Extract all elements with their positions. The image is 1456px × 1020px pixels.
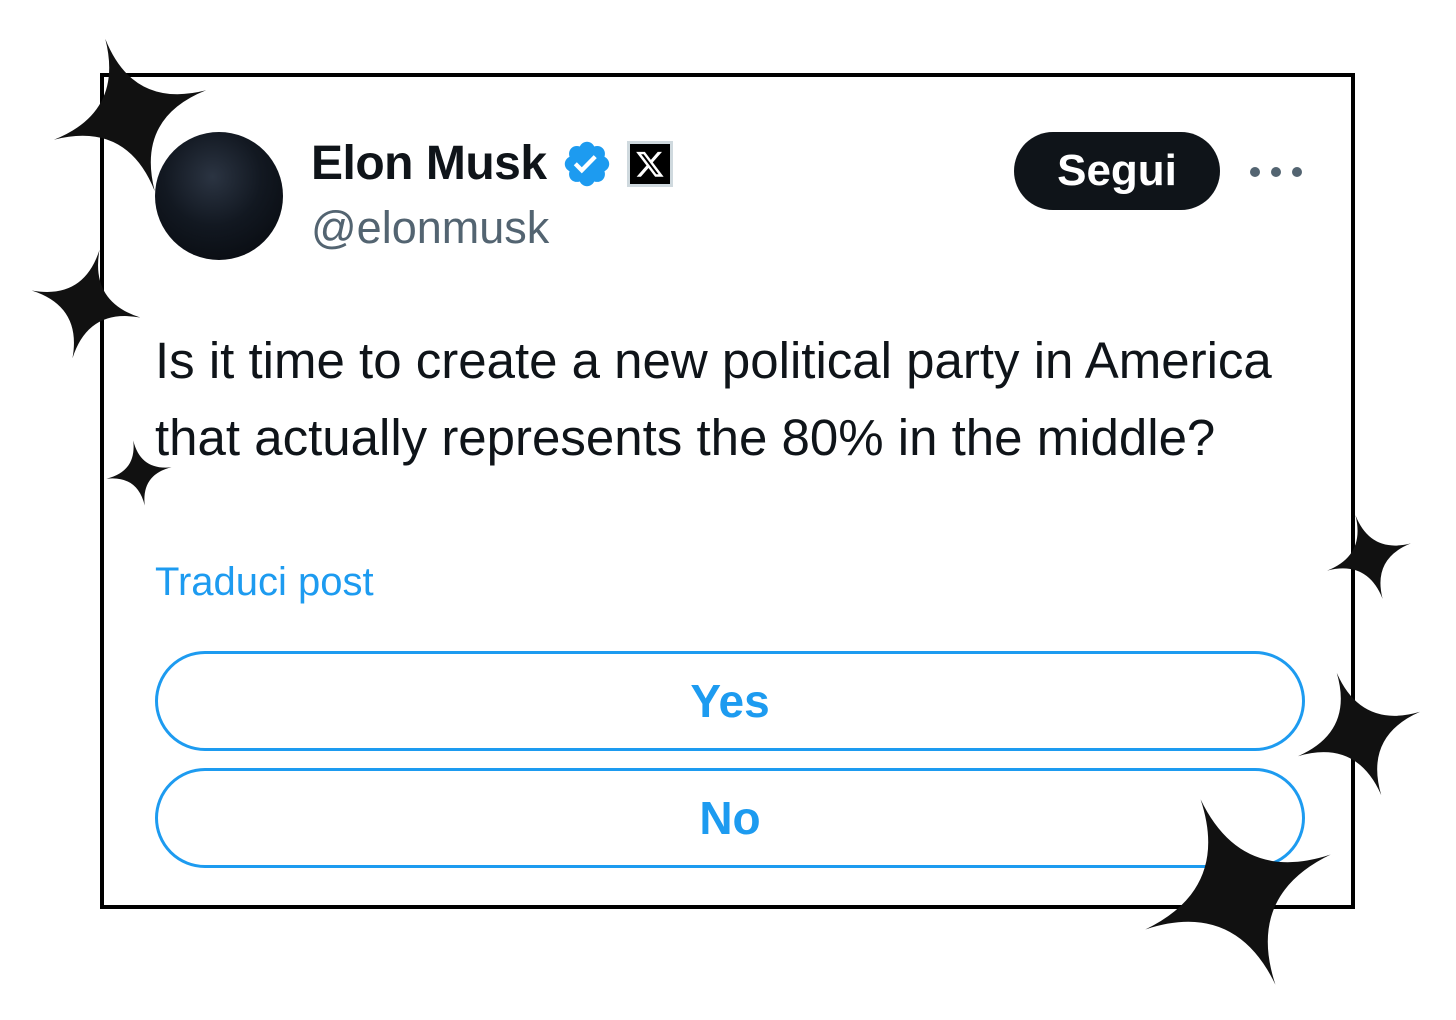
more-options-icon[interactable] <box>1250 162 1302 182</box>
author-handle[interactable]: @elonmusk <box>311 202 549 254</box>
verified-badge-icon <box>561 138 613 190</box>
x-logo-icon <box>626 140 673 187</box>
translate-post-link[interactable]: Traduci post <box>155 560 374 605</box>
follow-button[interactable]: Segui <box>1014 132 1220 210</box>
sparkle-star-icon <box>31 249 141 359</box>
sparkle-star-icon <box>1327 515 1411 599</box>
more-dot <box>1292 167 1302 177</box>
more-dot <box>1271 167 1281 177</box>
poll-option-no[interactable]: No <box>155 768 1305 868</box>
post-text: Is it time to create a new political par… <box>155 332 1272 466</box>
sparkle-star-icon <box>53 38 207 192</box>
sparkle-star-icon <box>1297 672 1421 796</box>
sparkle-star-icon <box>1145 799 1331 985</box>
author-name-row: Elon Musk <box>311 136 673 191</box>
sparkle-star-icon <box>106 440 172 506</box>
poll-option-yes[interactable]: Yes <box>155 651 1305 751</box>
author-name[interactable]: Elon Musk <box>311 136 547 191</box>
more-dot <box>1250 167 1260 177</box>
